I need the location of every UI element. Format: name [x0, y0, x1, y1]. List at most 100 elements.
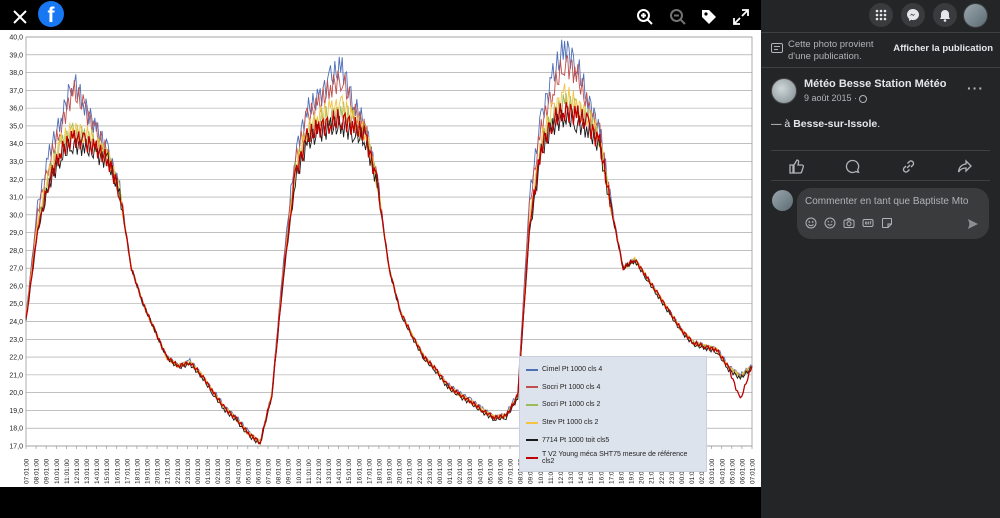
facebook-logo[interactable]: f — [38, 1, 64, 27]
y-tick-label: 36,0 — [9, 106, 23, 113]
x-tick-label: 02:01:00 — [215, 458, 222, 484]
x-tick-label: 11:01:00 — [306, 459, 313, 484]
y-tick-label: 29,0 — [9, 230, 23, 237]
chart-legend: Cimel Pt 1000 cls 4 Socri Pt 1000 cls 4 So… — [519, 356, 707, 472]
x-tick-label: 07:01:00 — [266, 458, 273, 484]
legend-label: Socri Pt 1000 cls 4 — [542, 383, 601, 391]
legend-swatch — [526, 403, 538, 406]
x-tick-label: 14:01:00 — [336, 458, 343, 484]
x-tick-label: 04:01:00 — [477, 458, 484, 484]
close-icon[interactable] — [8, 6, 32, 28]
x-tick-label: 02:01:00 — [457, 458, 464, 484]
x-tick-label: 07:01:00 — [508, 458, 515, 484]
legend-label: Socri Pt 1000 cls 2 — [542, 401, 601, 409]
post-date-text: 9 août 2015 · — [804, 93, 858, 103]
avatar[interactable] — [963, 3, 988, 28]
zoom-in-icon[interactable] — [636, 8, 654, 26]
y-tick-label: 22,0 — [9, 355, 23, 362]
comment-composer — [797, 188, 989, 239]
post-text-prefix: — à — [771, 118, 794, 130]
view-post-link[interactable]: Afficher la publication — [893, 43, 993, 54]
x-tick-label: 20:01:00 — [397, 458, 404, 484]
x-tick-label: 07:01:00 — [750, 458, 757, 484]
x-tick-label: 08:01:00 — [276, 458, 283, 484]
legend-item: Cimel Pt 1000 cls 4 — [526, 361, 700, 379]
messenger-icon[interactable] — [901, 3, 925, 27]
x-tick-label: 03:01:00 — [467, 458, 474, 484]
comment-icon[interactable] — [843, 157, 861, 175]
legend-swatch — [526, 386, 538, 389]
y-tick-label: 18,0 — [9, 426, 23, 433]
x-tick-label: 15:01:00 — [104, 458, 111, 484]
x-tick-label: 19:01:00 — [387, 458, 394, 484]
emoji-icon[interactable] — [824, 217, 836, 229]
x-tick-label: 16:01:00 — [356, 458, 363, 484]
fullscreen-icon[interactable] — [733, 9, 749, 25]
photo-source-text: Cette photo provient d'une publication. — [788, 39, 874, 62]
x-tick-label: 18:01:00 — [134, 458, 141, 484]
post-location-link[interactable]: Besse-sur-Issole — [793, 118, 877, 130]
x-tick-label: 21:01:00 — [407, 458, 414, 484]
link-icon[interactable] — [899, 157, 917, 175]
tag-icon[interactable] — [700, 8, 718, 26]
divider — [771, 150, 990, 151]
x-tick-label: 07:01:00 — [24, 458, 31, 484]
x-tick-label: 16:01:00 — [114, 458, 121, 484]
legend-label: T V2 Young méca SHT75 mesure de référenc… — [542, 450, 688, 465]
page-avatar[interactable] — [771, 78, 797, 104]
y-tick-label: 33,0 — [9, 159, 23, 166]
y-tick-label: 34,0 — [9, 141, 23, 148]
more-options-button[interactable]: ··· — [967, 80, 984, 96]
x-tick-label: 05:01:00 — [245, 458, 252, 484]
legend-item: Socri Pt 1000 cls 4 — [526, 379, 700, 397]
x-tick-label: 15:01:00 — [346, 458, 353, 484]
x-tick-label: 01:01:00 — [205, 458, 212, 484]
share-icon[interactable] — [955, 157, 973, 175]
x-tick-label: 08:01:00 — [34, 458, 41, 484]
bell-icon[interactable] — [933, 3, 957, 27]
legend-label: Stev Pt 1000 cls 2 — [542, 419, 599, 427]
avatar-sticker-icon[interactable] — [805, 217, 817, 229]
legend-label: 7714 Pt 1000 toit cls5 — [542, 436, 610, 444]
x-tick-label: 01:01:00 — [447, 458, 454, 484]
x-tick-label: 20:01:00 — [155, 458, 162, 484]
photo-source-info: Cette photo provient d'une publication. … — [771, 38, 993, 64]
x-tick-label: 03:01:00 — [225, 458, 232, 484]
zoom-out-icon[interactable] — [669, 8, 687, 26]
post-date[interactable]: 9 août 2015 · — [804, 93, 868, 103]
x-tick-label: 05:01:00 — [729, 458, 736, 484]
x-tick-label: 14:01:00 — [94, 458, 101, 484]
x-tick-label: 17:01:00 — [366, 458, 373, 484]
x-tick-label: 00:01:00 — [195, 458, 202, 484]
divider — [771, 180, 990, 181]
y-tick-label: 24,0 — [9, 319, 23, 326]
comment-input[interactable] — [805, 194, 981, 208]
y-tick-label: 21,0 — [9, 372, 23, 379]
sticker-icon[interactable] — [881, 217, 893, 229]
like-icon[interactable] — [787, 157, 805, 175]
globe-icon — [859, 94, 868, 103]
legend-swatch — [526, 439, 538, 442]
avatar[interactable] — [772, 190, 793, 211]
x-tick-label: 06:01:00 — [739, 458, 746, 484]
y-tick-label: 26,0 — [9, 283, 23, 290]
page-name-link[interactable]: Météo Besse Station Météo — [804, 78, 946, 90]
x-tick-label: 13:01:00 — [326, 458, 333, 484]
send-icon[interactable] — [967, 217, 979, 229]
camera-icon[interactable] — [843, 217, 855, 229]
y-tick-label: 23,0 — [9, 337, 23, 344]
post-icon — [771, 43, 783, 53]
x-tick-label: 18:01:00 — [376, 458, 383, 484]
chart-photo: 17,0 18,0 19,0 20,0 21,0 22,0 23,0 24,0 25,0 26,0… — [0, 30, 761, 487]
gif-icon[interactable] — [862, 217, 874, 229]
x-tick-label: 22:01:00 — [175, 458, 182, 484]
menu-grid-icon[interactable] — [869, 3, 893, 27]
legend-item: Stev Pt 1000 cls 2 — [526, 414, 700, 432]
y-tick-label: 37,0 — [9, 88, 23, 95]
y-tick-label: 20,0 — [9, 390, 23, 397]
x-tick-label: 04:01:00 — [235, 458, 242, 484]
x-tick-label: 03:01:00 — [709, 458, 716, 484]
top-bar — [761, 0, 1000, 30]
legend-swatch — [526, 368, 538, 371]
y-tick-label: 28,0 — [9, 248, 23, 255]
